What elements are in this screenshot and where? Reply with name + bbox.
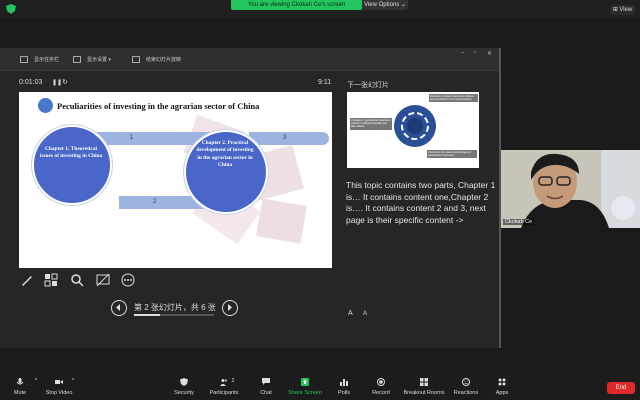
chapter-1-circle — [32, 125, 112, 205]
content-bar-3-label: 3 — [283, 135, 287, 141]
security-button[interactable]: Security — [170, 378, 198, 396]
maximize-icon[interactable]: ▫ — [474, 50, 476, 56]
participants-label: Participants — [209, 390, 239, 396]
grid-icon: ⊞ — [612, 7, 618, 13]
share-screen-icon — [301, 378, 309, 386]
polls-button[interactable]: Polls — [334, 378, 354, 396]
minimize-icon[interactable]: – — [461, 50, 464, 56]
smiley-icon — [462, 378, 470, 386]
see-all-slides-icon[interactable] — [44, 273, 58, 287]
zoom-icon[interactable] — [70, 273, 84, 287]
previous-slide-button[interactable] — [111, 300, 127, 316]
record-icon — [377, 378, 385, 386]
polls-chart-icon — [340, 379, 348, 386]
speaker-notes: This topic contains two parts, Chapter 1… — [346, 180, 496, 225]
content-bar-3 — [249, 132, 329, 145]
chat-bubble-icon — [262, 378, 270, 385]
monitor-icon — [73, 56, 81, 64]
end-show-icon — [132, 56, 140, 64]
viewing-banner: You are viewing Ckokah Ce's screen — [231, 0, 362, 10]
content-bar-2-label: 2 — [153, 199, 157, 205]
chat-label: Chat — [260, 390, 272, 396]
chat-button[interactable]: Chat — [256, 378, 276, 396]
share-screen-button[interactable]: Share Screen — [286, 378, 324, 396]
breakout-rooms-icon — [420, 378, 428, 386]
view-options-button[interactable]: View Options ⌄ — [362, 0, 408, 10]
participant-name-tag: Ckokah Ce — [503, 219, 535, 225]
participant-avatar-image — [501, 150, 640, 228]
triangle-left-icon — [116, 304, 120, 311]
slide-progress-fill — [134, 314, 161, 316]
restart-timer-icon[interactable]: ↻ — [62, 78, 68, 86]
show-taskbar-button[interactable]: 显示任务栏 — [20, 56, 59, 64]
share-screen-label: Share Screen — [288, 390, 322, 396]
video-options-caret[interactable]: ^ — [70, 378, 76, 384]
mute-options-caret[interactable]: ^ — [33, 378, 39, 384]
chapter-1-text: Chapter 1. Theoretical issues of investi… — [39, 146, 103, 160]
current-slide: Peculiarities of investing in the agrari… — [19, 92, 332, 268]
view-button[interactable]: ⊞ View — [610, 5, 635, 15]
pen-icon[interactable] — [20, 273, 34, 287]
security-label: Security — [174, 390, 194, 396]
next-slide-box-2: Changes in agricultural investment polic… — [350, 118, 392, 130]
microphone-icon — [16, 378, 24, 385]
participants-button[interactable]: Participants — [206, 378, 242, 396]
chapter-2-text: Chapter 2. Practical development of inve… — [196, 140, 254, 169]
close-icon[interactable]: ✕ — [487, 50, 492, 57]
decrease-font-button[interactable]: A — [363, 311, 367, 317]
participant-video[interactable] — [501, 150, 640, 228]
slideshow-timer: 0:01:03 — [19, 79, 43, 86]
polls-label: Polls — [338, 390, 350, 396]
breakout-rooms-button[interactable]: Breakout Rooms — [401, 378, 447, 396]
cycle-diagram — [394, 105, 436, 147]
increase-font-button[interactable]: A — [348, 310, 353, 317]
breakout-rooms-label: Breakout Rooms — [403, 390, 445, 396]
display-settings-button[interactable]: 显示设置 ▾ — [73, 56, 111, 64]
record-button[interactable]: Record — [369, 378, 393, 396]
end-slideshow-button[interactable]: 结束幻灯片放映 — [132, 56, 181, 64]
record-label: Record — [372, 390, 390, 396]
view-button-label: View — [619, 7, 633, 13]
pause-icon[interactable]: ❚❚ — [52, 79, 62, 86]
apps-icon — [498, 378, 506, 386]
stop-video-label: Stop Video — [45, 390, 73, 396]
clock: 9:11 — [318, 79, 332, 86]
more-options-icon[interactable] — [121, 273, 135, 287]
taskbar-icon — [20, 56, 28, 64]
display-settings-label: 显示设置 ▾ — [87, 57, 111, 63]
apps-button[interactable]: Apps — [492, 378, 512, 396]
mute-label: Mute — [13, 390, 27, 396]
slide-title: Peculiarities of investing in the agrari… — [57, 101, 260, 111]
participants-icon — [220, 379, 228, 386]
apps-label: Apps — [495, 390, 509, 396]
security-shield-icon — [180, 378, 188, 386]
next-slide-label: 下一张幻灯片 — [347, 82, 389, 89]
participants-count: 2 — [231, 378, 235, 384]
reactions-button[interactable]: Reactions — [452, 378, 480, 396]
next-slide-button[interactable] — [222, 300, 238, 316]
end-meeting-button[interactable]: End — [607, 382, 635, 394]
triangle-right-icon — [228, 304, 232, 311]
show-taskbar-label: 显示任务栏 — [34, 57, 60, 63]
next-slide-box-1: Directions of state investment policies … — [429, 94, 478, 103]
reactions-label: Reactions — [453, 390, 479, 396]
video-camera-icon — [55, 380, 63, 384]
next-slide-preview[interactable]: Directions of state investment policies … — [347, 92, 479, 168]
next-slide-box-3: Comments the status and changes of agric… — [427, 150, 477, 159]
black-screen-icon[interactable] — [96, 273, 110, 287]
mute-button[interactable]: Mute — [8, 378, 32, 396]
content-bar-1-label: 1 — [130, 135, 134, 141]
slide-logo-icon — [38, 98, 53, 113]
slide-page-info: 第 2 张幻灯片，共 6 张 — [134, 303, 216, 312]
end-slideshow-label: 结束幻灯片放映 — [146, 57, 182, 63]
shield-icon[interactable] — [6, 4, 16, 14]
